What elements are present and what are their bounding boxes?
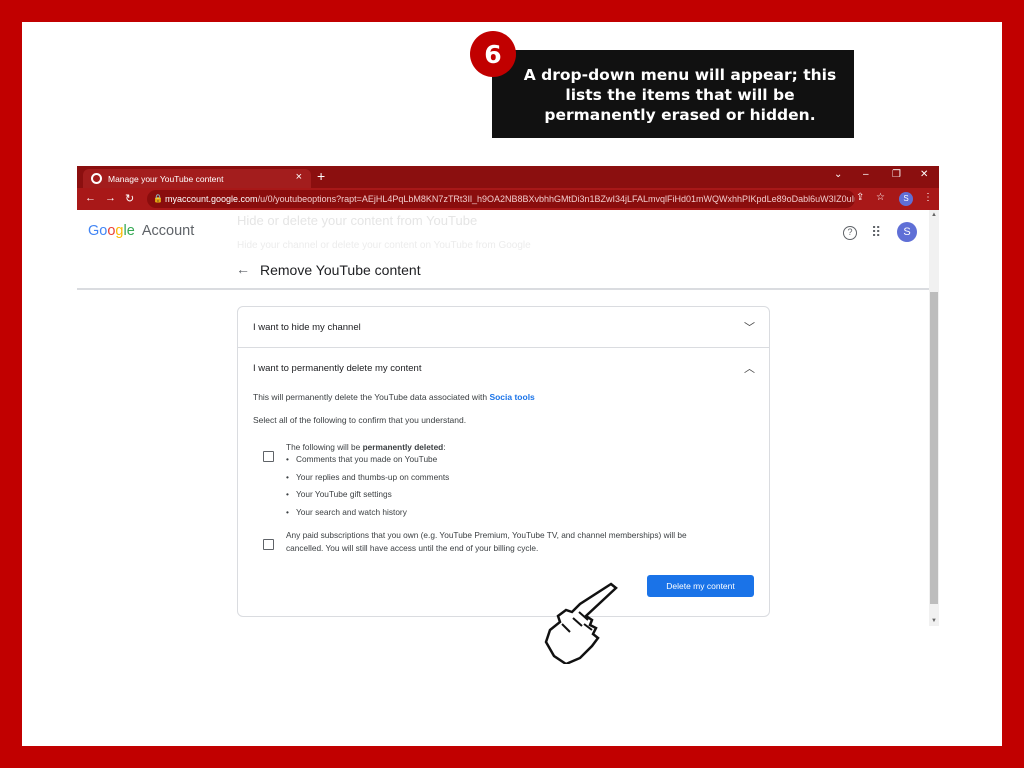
url-path: /u/0/youtubeoptions?rapt=AEjHL4PqLbM8KN7… (257, 194, 855, 204)
subs-line-1: Any paid subscriptions that you own (e.g… (286, 530, 687, 540)
list-item: Your replies and thumbs-up on comments (286, 472, 449, 490)
header-divider (77, 288, 929, 290)
close-window-icon[interactable]: ✕ (920, 169, 928, 180)
profile-avatar[interactable]: S (899, 192, 913, 206)
deleted-colon: : (443, 442, 446, 452)
google-favicon-icon (91, 173, 102, 184)
account-avatar[interactable]: S (897, 222, 917, 242)
bookmark-star-icon[interactable]: ☆ (876, 192, 885, 203)
hide-channel-option[interactable]: I want to hide my channel (253, 322, 361, 333)
deleted-intro: The following will be (286, 442, 361, 452)
scroll-up-icon[interactable]: ▲ (931, 212, 937, 218)
chevron-up-icon[interactable]: ︿ (744, 360, 755, 376)
deleted-bold: permanently deleted (362, 442, 444, 452)
list-item: Your YouTube gift settings (286, 489, 449, 507)
faded-heading: Hide or delete your content from YouTube (237, 213, 478, 228)
deleted-items-list: Comments that you made on YouTube Your r… (286, 454, 449, 524)
url-field[interactable]: 🔒 myaccount.google.com/u/0/youtubeoption… (147, 190, 855, 208)
delete-info-text: This will permanently delete the YouTube… (253, 392, 535, 402)
subs-line-2: cancelled. You will still have access un… (286, 543, 539, 553)
delete-my-content-button[interactable]: Delete my content (647, 575, 754, 597)
channel-name-link[interactable]: Socia tools (489, 392, 534, 402)
new-tab-button[interactable]: + (317, 168, 325, 184)
minimize-icon[interactable]: – (863, 169, 869, 180)
tab-bar: Manage your YouTube content × + ⌄ – ❐ ✕ (77, 166, 939, 188)
list-item: Comments that you made on YouTube (286, 454, 449, 472)
tab-search-icon[interactable]: ⌄ (834, 169, 842, 180)
reload-icon[interactable]: ↻ (125, 192, 134, 205)
browser-menu-icon[interactable]: ⋮ (923, 192, 933, 203)
page-title: Remove YouTube content (260, 262, 421, 278)
browser-tab[interactable]: Manage your YouTube content × (83, 169, 311, 188)
url-host: myaccount.google.com (165, 194, 258, 204)
tab-close-icon[interactable]: × (296, 171, 302, 183)
apps-grid-icon[interactable]: ⠿ (871, 224, 881, 241)
info-prefix: This will permanently delete the YouTube… (253, 392, 488, 402)
scroll-down-icon[interactable]: ▼ (931, 618, 937, 624)
confirm-instruction: Select all of the following to confirm t… (253, 415, 467, 425)
page-content: Hide or delete your content from YouTube… (77, 210, 929, 626)
card-divider (238, 347, 769, 348)
chevron-down-icon[interactable]: ﹀ (744, 319, 755, 335)
tab-title: Manage your YouTube content (108, 173, 224, 184)
address-bar-row: ← → ↻ 🔒 myaccount.google.com/u/0/youtube… (77, 188, 939, 210)
back-arrow-icon[interactable]: ← (236, 261, 250, 277)
pointing-hand-icon (544, 582, 618, 664)
list-item: Your search and watch history (286, 507, 449, 525)
browser-window: Manage your YouTube content × + ⌄ – ❐ ✕ … (77, 166, 939, 626)
faded-subheading: Hide your channel or delete your content… (237, 240, 531, 251)
restore-icon[interactable]: ❐ (892, 169, 901, 180)
back-nav-icon[interactable]: ← (85, 192, 96, 204)
help-icon[interactable]: ? (843, 226, 857, 240)
confirm-subscriptions-checkbox[interactable] (263, 539, 274, 550)
callout-line-1: A drop-down menu will appear; this (523, 66, 837, 84)
step-number-badge: 6 (470, 31, 516, 77)
google-account-logo[interactable]: Google Account (88, 223, 194, 239)
share-icon[interactable]: ⇪ (856, 192, 864, 203)
logo-part-3: g (115, 223, 124, 239)
lock-icon: 🔒 (153, 194, 163, 203)
confirm-deleted-checkbox[interactable] (263, 451, 274, 462)
scrollbar-thumb[interactable] (930, 292, 938, 604)
deleted-items-label: The following will be permanently delete… (286, 441, 446, 454)
forward-nav-icon[interactable]: → (105, 192, 116, 204)
logo-account-text: Account (141, 223, 195, 239)
callout-line-3: permanently erased or hidden. (544, 106, 816, 124)
subscriptions-label: Any paid subscriptions that you own (e.g… (286, 529, 687, 555)
instruction-callout: A drop-down menu will appear; this lists… (492, 50, 854, 138)
logo-part-1: Go (88, 223, 108, 239)
delete-content-option[interactable]: I want to permanently delete my content (253, 363, 421, 374)
page-scrollbar[interactable]: ▲ ▼ (929, 210, 939, 626)
options-card: I want to hide my channel ﹀ I want to pe… (237, 306, 770, 617)
logo-part-4: le (123, 223, 135, 239)
callout-line-2: lists the items that will be (565, 86, 795, 104)
